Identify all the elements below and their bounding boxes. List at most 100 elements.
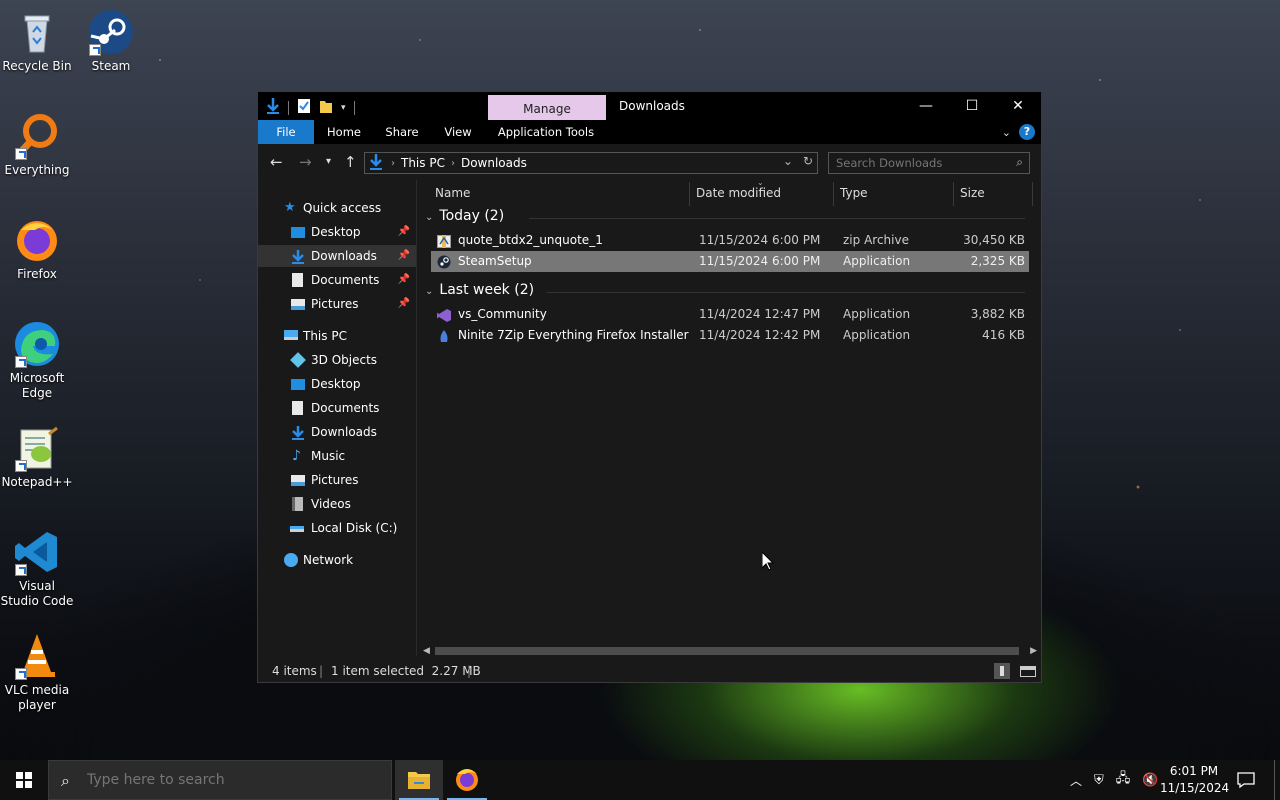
column-divider[interactable] bbox=[689, 182, 690, 206]
nav-pc-3d-objects[interactable]: 3D Objects bbox=[258, 349, 416, 371]
pin-icon[interactable]: 📌 bbox=[398, 293, 410, 315]
desktop-icon-microsoft-edge[interactable]: Microsoft Edge bbox=[0, 320, 74, 401]
properties-icon[interactable] bbox=[297, 98, 311, 117]
volume-muted-icon[interactable]: 🔇 bbox=[1142, 773, 1158, 788]
nav-pc-videos[interactable]: Videos bbox=[258, 493, 416, 515]
maximize-button[interactable]: ☐ bbox=[949, 92, 995, 120]
nav-pc-pictures[interactable]: Pictures bbox=[258, 469, 416, 491]
close-button[interactable]: ✕ bbox=[995, 92, 1041, 120]
desktop-icon-everything[interactable]: Everything bbox=[0, 112, 74, 178]
desktop-icon-recycle-bin[interactable]: Recycle Bin bbox=[0, 8, 74, 74]
taskbar-clock[interactable]: 6:01 PM 11/15/2024 bbox=[1160, 763, 1229, 797]
column-header-size[interactable]: Size bbox=[960, 180, 985, 206]
address-history-chevron-icon[interactable]: ⌄ bbox=[783, 154, 793, 168]
tab-file[interactable]: File bbox=[258, 120, 314, 144]
tab-manage[interactable]: Manage bbox=[488, 95, 606, 121]
taskbar-search-box[interactable]: ⌕ bbox=[48, 760, 392, 800]
edge-icon bbox=[13, 320, 61, 368]
details-view-icon[interactable] bbox=[994, 663, 1010, 679]
column-divider[interactable] bbox=[953, 182, 954, 206]
desktop-icon-firefox[interactable]: Firefox bbox=[0, 216, 74, 282]
breadcrumb-this-pc[interactable]: This PC bbox=[401, 156, 445, 170]
column-header-type[interactable]: Type bbox=[840, 180, 868, 206]
expand-ribbon-chevron-icon[interactable]: ⌄ bbox=[1002, 126, 1011, 139]
collapse-chevron-icon[interactable]: ⌄ bbox=[425, 286, 433, 297]
taskbar-search-input[interactable] bbox=[87, 769, 377, 791]
recycle-bin-icon bbox=[13, 8, 61, 56]
tab-share[interactable]: Share bbox=[376, 120, 428, 144]
tab-view[interactable]: View bbox=[436, 120, 480, 144]
nav-pc-local-disk[interactable]: Local Disk (C:) bbox=[258, 517, 416, 539]
group-header-today[interactable]: ⌄ Today (2) bbox=[425, 208, 504, 224]
file-list: Name Date modified Type Size ⌄ ⌄ Today (2… bbox=[417, 178, 1041, 656]
title-bar[interactable]: ▾ Manage Downloads — ☐ ✕ bbox=[258, 92, 1041, 121]
column-divider[interactable] bbox=[833, 182, 834, 206]
search-box[interactable]: ⌕ bbox=[828, 152, 1030, 174]
group-divider bbox=[547, 292, 1025, 293]
desktop-icon-steam[interactable]: Steam bbox=[74, 8, 148, 74]
breadcrumb-downloads[interactable]: Downloads bbox=[461, 156, 527, 170]
security-warning-icon[interactable]: ⛨ bbox=[1094, 773, 1104, 788]
tab-application-tools[interactable]: Application Tools bbox=[494, 120, 598, 144]
nav-quick-desktop[interactable]: Desktop 📌 bbox=[258, 221, 416, 243]
file-row[interactable]: SteamSetup 11/15/2024 6:00 PM Applicatio… bbox=[431, 251, 1029, 272]
pin-icon[interactable]: 📌 bbox=[398, 221, 410, 243]
nav-pc-desktop[interactable]: Desktop bbox=[258, 373, 416, 395]
recent-locations-chevron-icon[interactable]: ▾ bbox=[326, 156, 331, 167]
scrollbar-thumb[interactable] bbox=[435, 647, 1019, 655]
taskbar: ⌕ ︿ ⛨ 🖧 🔇 6:01 PM 11/15/2024 bbox=[0, 760, 1280, 800]
scroll-right-arrow-icon[interactable]: ▶ bbox=[1030, 644, 1037, 658]
nav-pc-documents[interactable]: Documents bbox=[258, 397, 416, 419]
customize-toolbar-icon[interactable]: ▾ bbox=[341, 103, 346, 113]
back-arrow-icon[interactable]: ← bbox=[270, 153, 283, 171]
desktop-icon-vscode[interactable]: Visual Studio Code bbox=[0, 528, 74, 609]
nav-quick-access[interactable]: ★ Quick access bbox=[258, 197, 416, 219]
collapse-chevron-icon[interactable]: ⌄ bbox=[425, 212, 433, 223]
taskbar-file-explorer-button[interactable] bbox=[395, 760, 443, 800]
taskbar-firefox-button[interactable] bbox=[443, 760, 491, 800]
group-header-last-week[interactable]: ⌄ Last week (2) bbox=[425, 282, 534, 298]
start-button[interactable] bbox=[0, 760, 48, 800]
nav-quick-downloads[interactable]: Downloads 📌 bbox=[258, 245, 416, 267]
large-icons-view-icon[interactable] bbox=[1020, 666, 1036, 677]
up-arrow-icon[interactable]: ↑ bbox=[344, 153, 357, 171]
desktop-icon-label: Steam bbox=[91, 59, 131, 73]
scroll-left-arrow-icon[interactable]: ◀ bbox=[423, 644, 430, 658]
file-row[interactable]: quote_btdx2_unquote_1 11/15/2024 6:00 PM… bbox=[431, 230, 1029, 251]
notification-center-button[interactable] bbox=[1236, 770, 1256, 790]
forward-arrow-icon[interactable]: → bbox=[299, 153, 312, 171]
search-input[interactable] bbox=[829, 153, 1005, 173]
notification-icon bbox=[1237, 772, 1255, 789]
nav-network[interactable]: Network bbox=[258, 549, 416, 571]
show-hidden-icons-chevron-icon[interactable]: ︿ bbox=[1070, 772, 1082, 789]
pin-icon[interactable]: 📌 bbox=[398, 269, 410, 291]
refresh-icon[interactable]: ↻ bbox=[803, 154, 813, 168]
minimize-button[interactable]: — bbox=[903, 92, 949, 120]
show-desktop-button[interactable] bbox=[1274, 760, 1275, 800]
column-header-date-modified[interactable]: Date modified bbox=[696, 180, 781, 206]
horizontal-scrollbar[interactable]: ◀ ▶ bbox=[417, 644, 1041, 658]
desktop-icon-vlc[interactable]: VLC media player bbox=[0, 632, 74, 713]
breadcrumb-separator-icon: › bbox=[391, 157, 395, 169]
tab-home[interactable]: Home bbox=[320, 120, 368, 144]
file-size: 416 KB bbox=[982, 328, 1025, 342]
nav-this-pc[interactable]: This PC bbox=[258, 325, 416, 347]
address-bar[interactable]: › This PC › Downloads ⌄ ↻ bbox=[364, 152, 818, 174]
pin-icon[interactable]: 📌 bbox=[398, 245, 410, 267]
nav-pc-downloads[interactable]: Downloads bbox=[258, 421, 416, 443]
search-icon: ⌕ bbox=[61, 771, 70, 790]
nav-quick-pictures[interactable]: Pictures 📌 bbox=[258, 293, 416, 315]
help-icon[interactable]: ? bbox=[1019, 124, 1035, 140]
clock-time: 6:01 PM bbox=[1169, 764, 1219, 778]
column-header-name[interactable]: Name bbox=[435, 180, 470, 206]
file-row[interactable]: Ninite 7Zip Everything Firefox Installer… bbox=[431, 325, 1029, 346]
desktop-icon-notepadpp[interactable]: Notepad++ bbox=[0, 424, 74, 490]
new-folder-icon[interactable] bbox=[319, 98, 333, 117]
nav-quick-documents[interactable]: Documents 📌 bbox=[258, 269, 416, 291]
desktop-icon-label: VLC media player bbox=[4, 683, 70, 712]
nav-pc-music[interactable]: ♪ Music bbox=[258, 445, 416, 467]
file-row[interactable]: vs_Community 11/4/2024 12:47 PM Applicat… bbox=[431, 304, 1029, 325]
network-status-icon[interactable]: 🖧 bbox=[1116, 769, 1131, 791]
file-date: 11/15/2024 6:00 PM bbox=[699, 254, 821, 268]
column-divider[interactable] bbox=[1032, 182, 1033, 206]
